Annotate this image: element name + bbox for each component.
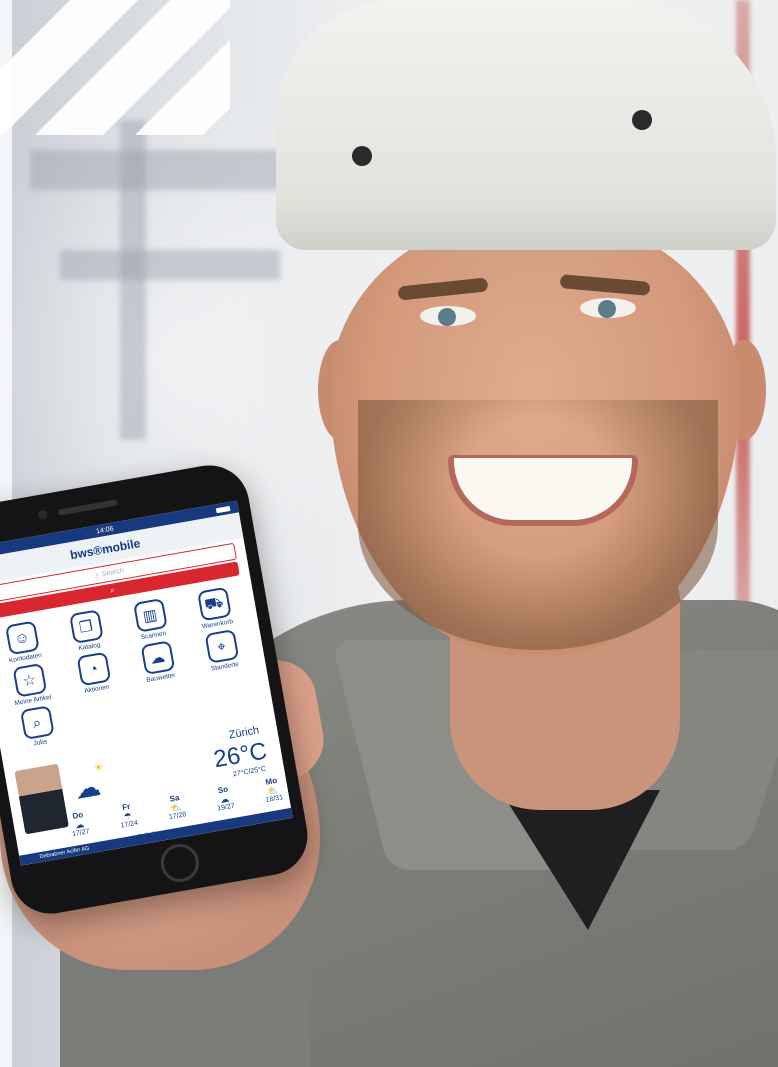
forecast-range: 19/27 — [216, 802, 236, 813]
forecast-range: 18/31 — [265, 794, 284, 805]
forecast-range: 17/27 — [71, 828, 91, 839]
search-icon: ⌕ — [94, 571, 100, 579]
earpiece — [57, 499, 118, 516]
diagonal-stripes-graphic — [0, 0, 230, 135]
menu-item-warenkorb[interactable]: ⛟ Warenkorb — [179, 584, 250, 634]
forecast-day: So ☁ 19/27 — [214, 784, 236, 813]
menu-item-label: Katalog — [78, 641, 101, 653]
forecast-range: 17/28 — [168, 811, 187, 822]
menu-item-aktionen[interactable]: ◔ Aktionen — [59, 649, 130, 699]
menu-item-kontodaten[interactable]: ☺ Kontodaten — [0, 618, 58, 668]
magnifier-icon: ⌕ — [19, 705, 55, 741]
clock: 14:06 — [95, 524, 115, 535]
forecast-day: Sa ⛅ 17/28 — [165, 792, 187, 822]
cloud-icon: ☁ — [140, 640, 175, 676]
star-icon: ☆ — [12, 662, 47, 698]
front-camera — [37, 509, 49, 521]
forecast-day: Do ☁ 17/27 — [68, 810, 91, 839]
menu-item-standorte[interactable]: ⌖ Standorte — [187, 626, 258, 676]
scaffold-beam — [30, 150, 290, 190]
menu-item-label: Aktionen — [83, 683, 111, 695]
scaffold-beam — [60, 250, 280, 280]
smartphone: treiber 14:06 bws®mobile ⌕ Search ⌕ ☺ Ko… — [0, 459, 314, 920]
menu-item-bauwetter[interactable]: ☁ Bauwetter — [123, 637, 194, 687]
menu-item-jobs[interactable]: ⌕ Jobs — [2, 702, 73, 752]
person-icon: ☺ — [4, 620, 40, 656]
menu-item-label: Jobs — [33, 738, 48, 748]
menu-item-meine-artikel[interactable]: ☆ Meine Artikel — [0, 660, 66, 710]
location-pin-icon: ⌖ — [204, 629, 239, 664]
cart-icon: ⛟ — [196, 586, 232, 622]
battery-icon — [215, 505, 231, 513]
menu-item-katalog[interactable]: ❐ Katalog — [51, 606, 122, 656]
search-placeholder: Search — [101, 567, 125, 579]
eye — [420, 306, 476, 326]
menu-item-label: Scannen — [140, 629, 167, 642]
scaffold-post — [120, 120, 146, 440]
eye — [580, 298, 636, 318]
cloud-icon: ☁ — [72, 770, 103, 805]
search-icon: ⌕ — [109, 585, 116, 595]
forecast-day: Mo ⛅ 18/31 — [262, 775, 284, 804]
hard-hat — [276, 0, 776, 250]
gauge-icon: ◔ — [76, 651, 111, 687]
home-button[interactable] — [157, 840, 202, 885]
forecast-range: 17/24 — [120, 819, 139, 830]
background-photo: treiber 14:06 bws®mobile ⌕ Search ⌕ ☺ Ko… — [0, 0, 778, 1067]
sun-icon: ☀ — [91, 759, 105, 776]
menu-item-scannen[interactable]: ▥ Scannen — [115, 595, 186, 645]
phone-screen: treiber 14:06 bws®mobile ⌕ Search ⌕ ☺ Ko… — [0, 500, 293, 866]
barcode-icon: ▥ — [132, 598, 168, 633]
worker-photo — [14, 763, 69, 835]
book-icon: ❐ — [68, 609, 104, 645]
forecast-day: Fr ☂ 17/24 — [117, 801, 139, 830]
